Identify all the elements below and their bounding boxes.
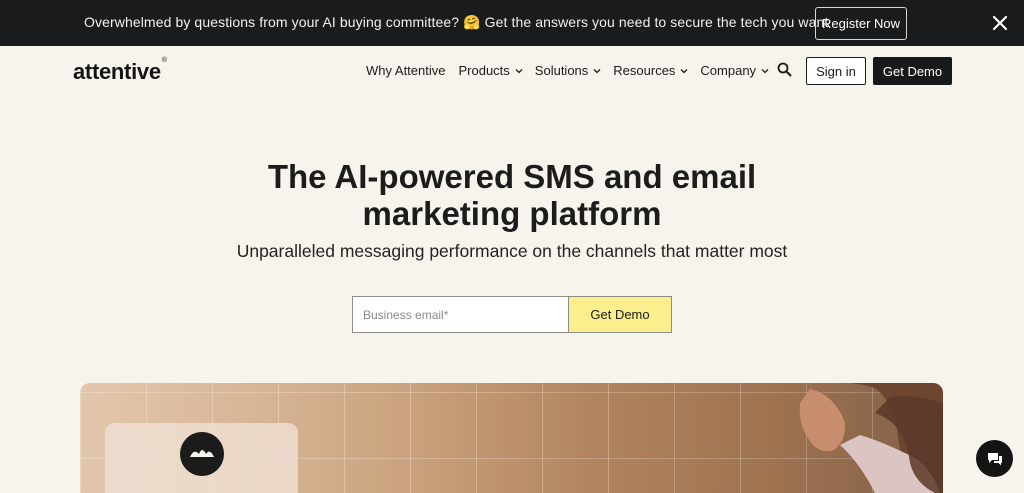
chat-icon[interactable] — [976, 440, 1013, 477]
get-demo-nav-button[interactable]: Get Demo — [873, 57, 952, 85]
announcement-bar: Overwhelmed by questions from your AI bu… — [0, 0, 1024, 46]
registered-mark: ® — [161, 56, 167, 64]
nav-item-resources[interactable]: Resources — [613, 63, 688, 78]
chevron-down-icon — [680, 68, 688, 73]
nav-item-why-attentive[interactable]: Why Attentive — [366, 63, 445, 78]
hero-title-line-2: marketing platform — [362, 195, 662, 232]
brand-badge-icon — [180, 432, 224, 476]
announcement-text: Overwhelmed by questions from your AI bu… — [84, 14, 829, 30]
nav-item-label: Products — [458, 63, 510, 78]
hero-title: The AI-powered SMS and email marketing p… — [0, 158, 1024, 232]
close-icon[interactable] — [991, 14, 1009, 32]
hero-title-line-1: The AI-powered SMS and email — [267, 158, 757, 195]
chevron-down-icon — [593, 68, 601, 73]
nav-item-products[interactable]: Products — [458, 63, 523, 78]
register-now-button[interactable]: Register Now — [815, 7, 907, 40]
attentive-logo[interactable]: attentive® — [73, 56, 167, 85]
hero-image — [80, 383, 943, 493]
nav-item-solutions[interactable]: Solutions — [535, 63, 601, 78]
nav-item-label: Why Attentive — [366, 63, 446, 78]
business-email-input[interactable] — [352, 296, 569, 333]
hero-subtitle: Unparalleled messaging performance on th… — [236, 241, 788, 261]
nav-links: Why Attentive Products Solutions Resourc… — [366, 63, 769, 78]
nav-item-company[interactable]: Company — [700, 63, 769, 78]
search-icon[interactable] — [777, 62, 792, 77]
sign-in-button[interactable]: Sign in — [806, 57, 866, 85]
chevron-down-icon — [515, 68, 523, 73]
logo-text: attentive — [73, 59, 161, 84]
nav-item-label: Solutions — [534, 63, 589, 78]
chevron-down-icon — [761, 68, 769, 73]
woman-photo — [799, 383, 943, 493]
nav-item-label: Company — [700, 63, 757, 78]
get-demo-hero-button[interactable]: Get Demo — [568, 296, 672, 333]
nav-item-label: Resources — [613, 63, 676, 78]
main-nav: attentive® Why Attentive Products Soluti… — [0, 46, 1024, 96]
